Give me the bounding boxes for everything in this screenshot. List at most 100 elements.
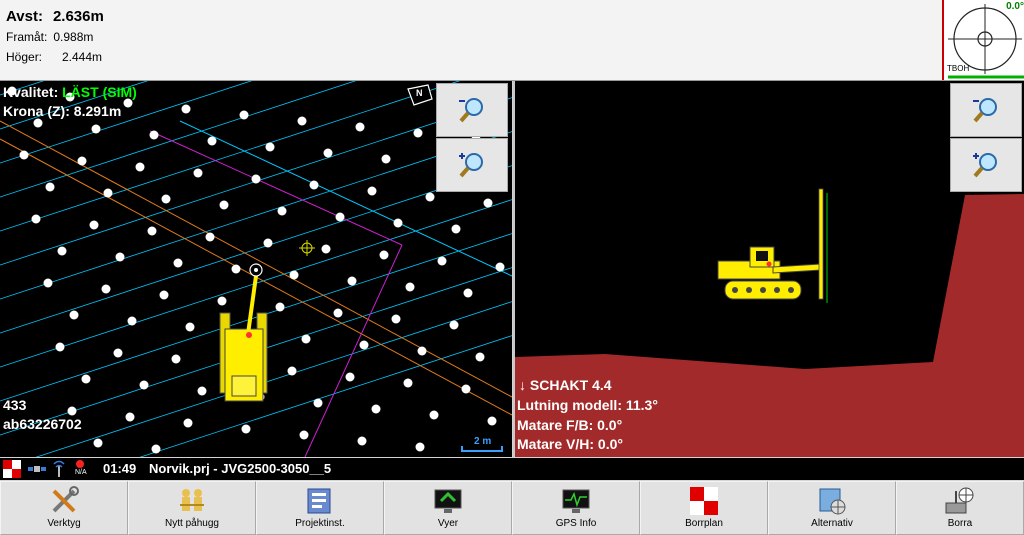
- drill-hole-marker[interactable]: [55, 342, 65, 352]
- borrplan-button[interactable]: Borrplan: [640, 481, 768, 535]
- drill-hole-marker[interactable]: [391, 314, 401, 324]
- zoom-in-button-plan[interactable]: [436, 138, 508, 192]
- tilt-compass[interactable]: 0.0° TBOH: [942, 0, 1024, 80]
- drill-hole-marker[interactable]: [31, 214, 41, 224]
- drill-hole-marker[interactable]: [151, 444, 161, 454]
- plan-view[interactable]: N 2 m Kvalitet: LÄST (SIM) Krona (Z): 8.…: [0, 81, 512, 457]
- drill-hole-marker[interactable]: [207, 136, 217, 146]
- drill-hole-marker[interactable]: [405, 282, 415, 292]
- drill-hole-marker[interactable]: [463, 288, 473, 298]
- drill-hole-marker[interactable]: [323, 148, 333, 158]
- verktyg-button[interactable]: Verktyg: [0, 481, 128, 535]
- drill-hole-marker[interactable]: [367, 186, 377, 196]
- drill-hole-marker[interactable]: [43, 278, 53, 288]
- drill-hole-marker[interactable]: [251, 174, 261, 184]
- drill-hole-marker[interactable]: [483, 198, 493, 208]
- drill-hole-marker[interactable]: [359, 340, 369, 350]
- drill-hole-marker[interactable]: [415, 442, 425, 452]
- drill-hole-marker[interactable]: [181, 104, 191, 114]
- drill-hole-marker[interactable]: [357, 436, 367, 446]
- drill-hole-marker[interactable]: [135, 162, 145, 172]
- zoom-out-button-profile[interactable]: [950, 83, 1022, 137]
- drill-hole-marker[interactable]: [219, 200, 229, 210]
- drill-hole-marker[interactable]: [173, 258, 183, 268]
- drill-hole-marker[interactable]: [89, 220, 99, 230]
- drill-hole-marker[interactable]: [115, 252, 125, 262]
- drill-hole-marker[interactable]: [495, 262, 505, 272]
- drill-hole-marker[interactable]: [149, 130, 159, 140]
- drill-hole-marker[interactable]: [381, 154, 391, 164]
- drill-hole-marker[interactable]: [241, 424, 251, 434]
- drill-hole-marker[interactable]: [287, 366, 297, 376]
- drill-hole-marker[interactable]: [487, 416, 497, 426]
- drill-hole-marker[interactable]: [321, 244, 331, 254]
- drill-hole-marker[interactable]: [449, 320, 459, 330]
- drill-hole-marker[interactable]: [171, 354, 181, 364]
- drill-hole-marker[interactable]: [297, 116, 307, 126]
- drill-hole-marker[interactable]: [275, 302, 285, 312]
- drill-hole-marker[interactable]: [33, 118, 43, 128]
- drill-hole-marker[interactable]: [93, 438, 103, 448]
- drill-hole-marker[interactable]: [393, 218, 403, 228]
- nytt-pahugg-button[interactable]: Nytt påhugg: [128, 481, 256, 535]
- borra-button[interactable]: Borra: [896, 481, 1024, 535]
- drill-hole-marker[interactable]: [101, 284, 111, 294]
- zoom-out-button-plan[interactable]: [436, 83, 508, 137]
- drill-hole-marker[interactable]: [299, 430, 309, 440]
- drill-hole-marker[interactable]: [45, 182, 55, 192]
- drill-hole-marker[interactable]: [461, 384, 471, 394]
- drill-hole-marker[interactable]: [77, 156, 87, 166]
- drill-plan-small-icon[interactable]: [3, 460, 21, 478]
- satellite-icon[interactable]: [28, 460, 46, 478]
- drill-hole-marker[interactable]: [91, 124, 101, 134]
- drill-hole-marker[interactable]: [413, 128, 423, 138]
- drill-hole-marker[interactable]: [451, 224, 461, 234]
- drill-hole-marker[interactable]: [425, 192, 435, 202]
- drill-hole-marker[interactable]: [475, 352, 485, 362]
- projektinst-button[interactable]: Projektinst.: [256, 481, 384, 535]
- drill-hole-marker[interactable]: [313, 398, 323, 408]
- drill-hole-marker[interactable]: [309, 180, 319, 190]
- drill-hole-marker[interactable]: [335, 212, 345, 222]
- drill-hole-marker[interactable]: [263, 238, 273, 248]
- drill-hole-marker[interactable]: [183, 418, 193, 428]
- drill-hole-marker[interactable]: [417, 346, 427, 356]
- drill-hole-marker[interactable]: [127, 316, 137, 326]
- drill-hole-marker[interactable]: [333, 308, 343, 318]
- drill-hole-marker[interactable]: [355, 122, 365, 132]
- drill-hole-marker[interactable]: [345, 372, 355, 382]
- zoom-in-button-profile[interactable]: [950, 138, 1022, 192]
- drill-hole-marker[interactable]: [347, 276, 357, 286]
- drill-hole-marker[interactable]: [217, 296, 227, 306]
- drill-hole-marker[interactable]: [161, 194, 171, 204]
- drill-hole-marker[interactable]: [205, 232, 215, 242]
- drill-hole-marker[interactable]: [67, 406, 77, 416]
- drill-hole-marker[interactable]: [193, 168, 203, 178]
- drill-hole-marker[interactable]: [265, 142, 275, 152]
- profile-view[interactable]: ↓ SCHAKT 4.4 Lutning modell: 11.3° Matar…: [513, 81, 1024, 457]
- drill-hole-marker[interactable]: [19, 150, 29, 160]
- drill-hole-marker[interactable]: [125, 412, 135, 422]
- drill-hole-marker[interactable]: [371, 404, 381, 414]
- drill-hole-marker[interactable]: [103, 188, 113, 198]
- drill-hole-marker[interactable]: [159, 290, 169, 300]
- vyer-button[interactable]: Vyer: [384, 481, 512, 535]
- alternativ-button[interactable]: Alternativ: [768, 481, 896, 535]
- drill-hole-marker[interactable]: [81, 374, 91, 384]
- drill-hole-marker[interactable]: [403, 378, 413, 388]
- drill-hole-marker[interactable]: [379, 250, 389, 260]
- drill-hole-marker[interactable]: [239, 110, 249, 120]
- drill-hole-marker[interactable]: [437, 256, 447, 266]
- drill-hole-marker[interactable]: [69, 310, 79, 320]
- drill-hole-marker[interactable]: [231, 264, 241, 274]
- drill-hole-marker[interactable]: [429, 410, 439, 420]
- drill-hole-marker[interactable]: [147, 226, 157, 236]
- gps-info-button[interactable]: GPS Info: [512, 481, 640, 535]
- drill-hole-marker[interactable]: [139, 380, 149, 390]
- radio-signal-icon[interactable]: [50, 460, 68, 478]
- drill-hole-marker[interactable]: [197, 386, 207, 396]
- drill-hole-marker[interactable]: [289, 270, 299, 280]
- drill-hole-marker[interactable]: [57, 246, 67, 256]
- drill-hole-marker[interactable]: [277, 206, 287, 216]
- drill-hole-marker[interactable]: [301, 334, 311, 344]
